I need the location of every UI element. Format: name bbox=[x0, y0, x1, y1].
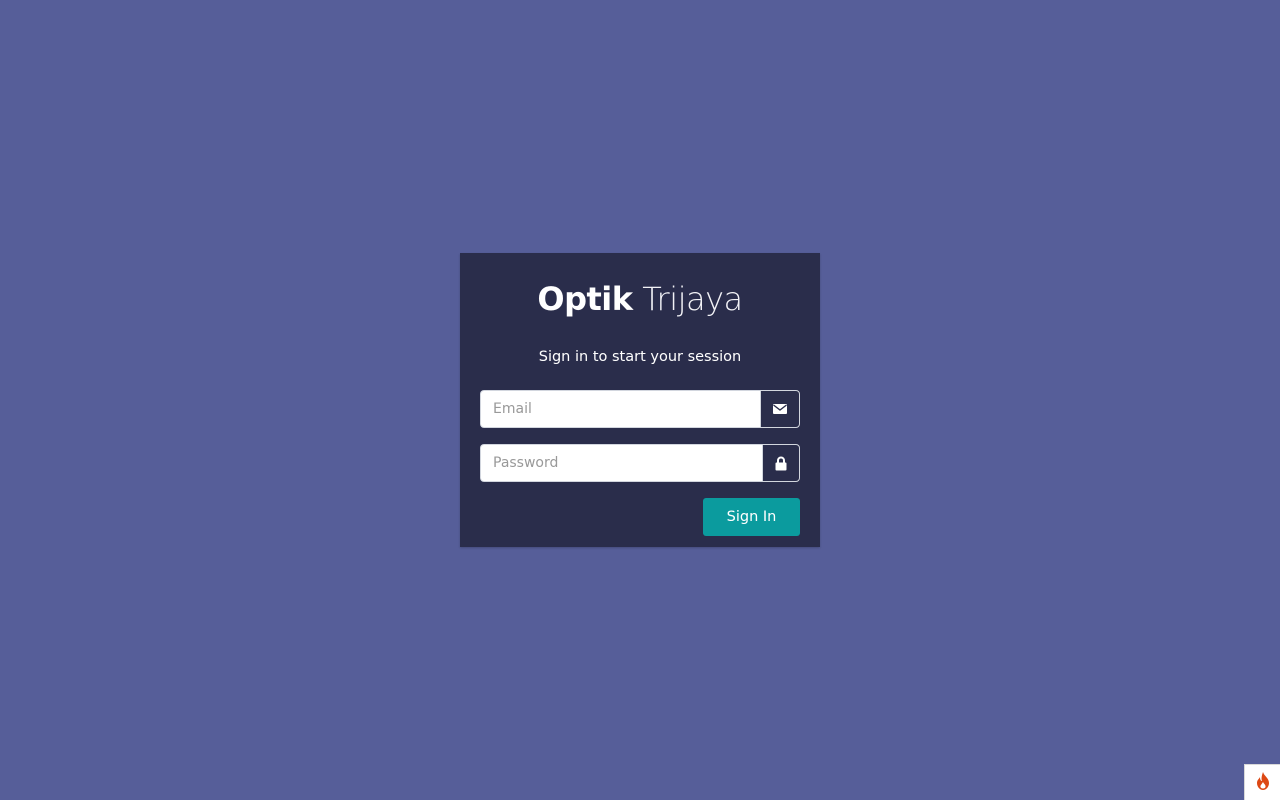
lock-icon bbox=[762, 444, 800, 482]
app-logo: Optik Trijaya bbox=[480, 279, 800, 319]
flame-icon bbox=[1255, 771, 1271, 794]
sign-in-button[interactable]: Sign In bbox=[703, 498, 800, 536]
password-input[interactable] bbox=[480, 444, 762, 482]
email-group bbox=[480, 390, 800, 428]
password-group bbox=[480, 444, 800, 482]
brand-name-bold: Optik bbox=[537, 280, 633, 318]
email-input[interactable] bbox=[480, 390, 760, 428]
login-box: Optik Trijaya Sign in to start your sess… bbox=[460, 253, 820, 547]
envelope-icon bbox=[760, 390, 800, 428]
brand-name-light: Trijaya bbox=[642, 280, 743, 318]
form-actions: Sign In bbox=[480, 498, 800, 536]
framework-badge[interactable] bbox=[1244, 764, 1280, 800]
login-subtitle: Sign in to start your session bbox=[538, 349, 742, 365]
